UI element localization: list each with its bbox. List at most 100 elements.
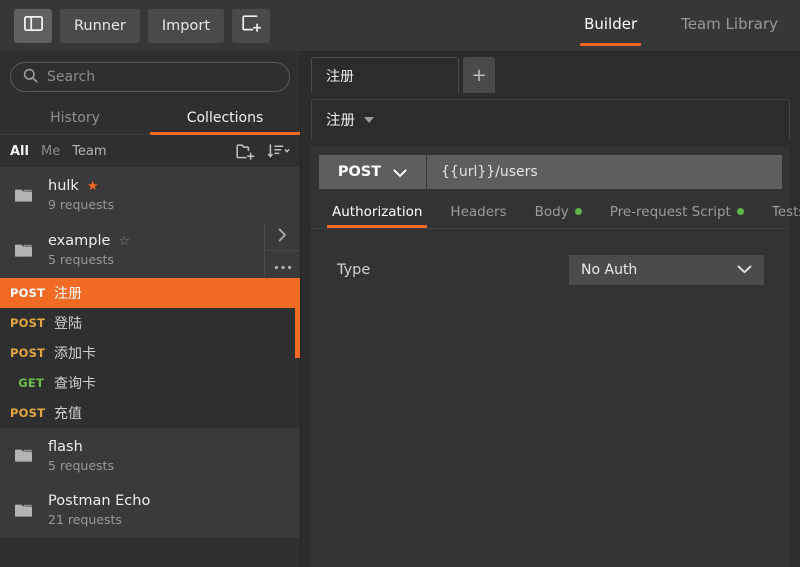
collection-meta: Postman Echo 21 requests <box>48 493 150 527</box>
request-row-denglu[interactable]: POST 登陆 <box>0 308 300 338</box>
request-list: POST 注册 POST 登陆 POST 添加卡 GET 查询卡 POST 充值 <box>0 278 300 428</box>
auth-type-value: No Auth <box>581 262 638 278</box>
request-tab-zhuce[interactable]: 注册 <box>311 57 459 93</box>
sidebar: History Collections All Me Team <box>0 51 301 567</box>
ellipsis-icon <box>274 255 292 274</box>
request-name: 登陆 <box>54 316 82 332</box>
search-icon <box>23 68 38 87</box>
expand-collection-button[interactable] <box>265 223 300 250</box>
url-input[interactable]: {{url}}/users <box>427 155 782 189</box>
request-tab-bar: 注册 + <box>301 51 800 93</box>
plus-icon: + <box>471 64 487 86</box>
app-tabs: Builder Team Library <box>562 0 800 51</box>
collection-request-count: 21 requests <box>48 512 122 527</box>
subtab-pre-request-script[interactable]: Pre-request Script <box>597 195 757 228</box>
sidebar-panel-icon <box>23 15 43 35</box>
runner-button[interactable]: Runner <box>60 8 140 43</box>
subtab-label: Body <box>534 203 569 220</box>
breadcrumb-request-name: 注册 <box>326 113 355 129</box>
collection-request-count: 9 requests <box>48 197 114 212</box>
request-row-zhuce[interactable]: POST 注册 <box>0 278 300 308</box>
request-row-tianjiaka[interactable]: POST 添加卡 <box>0 338 300 368</box>
status-dot-icon <box>574 208 582 215</box>
method-selector[interactable]: POST <box>319 155 427 189</box>
filter-team[interactable]: Team <box>72 144 106 159</box>
new-window-button[interactable] <box>232 8 271 43</box>
request-row-chongzhi[interactable]: POST 充值 <box>0 398 300 428</box>
filter-all[interactable]: All <box>10 144 29 159</box>
collection-name-row: hulk ★ <box>48 178 114 194</box>
sidebar-tab-collections[interactable]: Collections <box>150 102 300 135</box>
collection-meta: flash 5 requests <box>48 439 114 473</box>
breadcrumb[interactable]: 注册 <box>311 99 790 139</box>
subtab-label: Tests <box>771 203 800 220</box>
authorization-pane: Type No Auth <box>311 229 790 285</box>
folder-icon <box>14 502 36 519</box>
sidebar-tab-history-label: History <box>50 110 100 126</box>
collection-name-row: flash <box>48 439 114 455</box>
postman-window: Runner Import Builder Team Library Searc… <box>0 0 800 567</box>
collection-row-postman-echo[interactable]: Postman Echo 21 requests <box>0 483 300 538</box>
request-method: POST <box>10 316 46 330</box>
collections-list[interactable]: hulk ★ 9 requests example ☆ 5 requests P… <box>0 168 300 567</box>
auth-type-select[interactable]: No Auth <box>569 255 764 285</box>
star-outline-icon[interactable]: ☆ <box>118 234 130 249</box>
collection-row-hulk[interactable]: hulk ★ 9 requests <box>0 168 300 223</box>
collection-name: hulk <box>48 178 79 194</box>
collection-filter-row: All Me Team <box>0 135 300 168</box>
collection-meta: hulk ★ 9 requests <box>48 178 114 212</box>
new-window-icon <box>241 14 261 37</box>
collection-name-row: Postman Echo <box>48 493 150 509</box>
request-name: 充值 <box>54 406 82 422</box>
sidebar-tab-history[interactable]: History <box>0 102 150 134</box>
new-folder-icon[interactable] <box>236 143 255 160</box>
tab-team-library-label: Team Library <box>681 14 778 33</box>
request-panel: 注册 + 注册 POST {{url}}/users Authorization… <box>301 51 800 567</box>
subtab-tests[interactable]: Tests <box>759 195 800 228</box>
main-body: History Collections All Me Team <box>0 51 800 567</box>
collection-name: flash <box>48 438 83 455</box>
collection-more-menu-button[interactable] <box>265 249 300 278</box>
collection-request-count: 5 requests <box>48 457 114 473</box>
subtab-label: Pre-request Script <box>609 203 731 220</box>
request-method: GET <box>18 376 44 390</box>
request-name: 添加卡 <box>54 346 96 362</box>
chevron-down-icon[interactable] <box>364 116 374 123</box>
url-text: {{url}}/users <box>441 164 538 180</box>
request-name: 注册 <box>54 286 82 302</box>
request-name: 查询卡 <box>54 376 96 392</box>
collection-row-example[interactable]: example ☆ 5 requests <box>0 222 300 278</box>
url-row: POST {{url}}/users <box>311 147 790 189</box>
filter-actions <box>236 143 290 160</box>
chevron-down-icon <box>737 262 752 278</box>
collection-name: Postman Echo <box>48 493 151 509</box>
sort-icon[interactable] <box>268 143 290 160</box>
tab-team-library[interactable]: Team Library <box>659 0 800 51</box>
import-button[interactable]: Import <box>147 8 225 43</box>
subtab-body[interactable]: Body <box>522 195 595 228</box>
collection-name: example <box>48 233 111 249</box>
request-tab-label: 注册 <box>326 68 354 85</box>
runner-label: Runner <box>74 17 126 34</box>
subtab-headers[interactable]: Headers <box>437 195 519 228</box>
search-box[interactable] <box>10 62 290 92</box>
toolbar-left-group: Runner Import <box>0 8 271 43</box>
collection-row-flash[interactable]: flash 5 requests <box>0 428 300 483</box>
import-label: Import <box>161 17 211 34</box>
tab-builder-label: Builder <box>584 14 638 33</box>
sidebar-scrollbar[interactable] <box>295 286 300 358</box>
top-toolbar: Runner Import Builder Team Library <box>0 0 800 51</box>
subtab-authorization[interactable]: Authorization <box>319 195 435 228</box>
request-method: POST <box>10 286 46 300</box>
sidebar-toggle-button[interactable] <box>14 8 52 43</box>
method-label: POST <box>337 164 382 180</box>
chevron-right-icon <box>278 227 287 246</box>
request-builder: POST {{url}}/users Authorization Headers… <box>311 147 800 567</box>
search-input[interactable] <box>47 69 277 85</box>
filter-me[interactable]: Me <box>41 144 60 159</box>
tab-builder[interactable]: Builder <box>562 0 659 51</box>
star-filled-icon[interactable]: ★ <box>87 179 99 194</box>
add-request-tab-button[interactable]: + <box>463 57 495 93</box>
request-row-chaxunka[interactable]: GET 查询卡 <box>0 368 300 398</box>
folder-icon <box>14 187 36 204</box>
